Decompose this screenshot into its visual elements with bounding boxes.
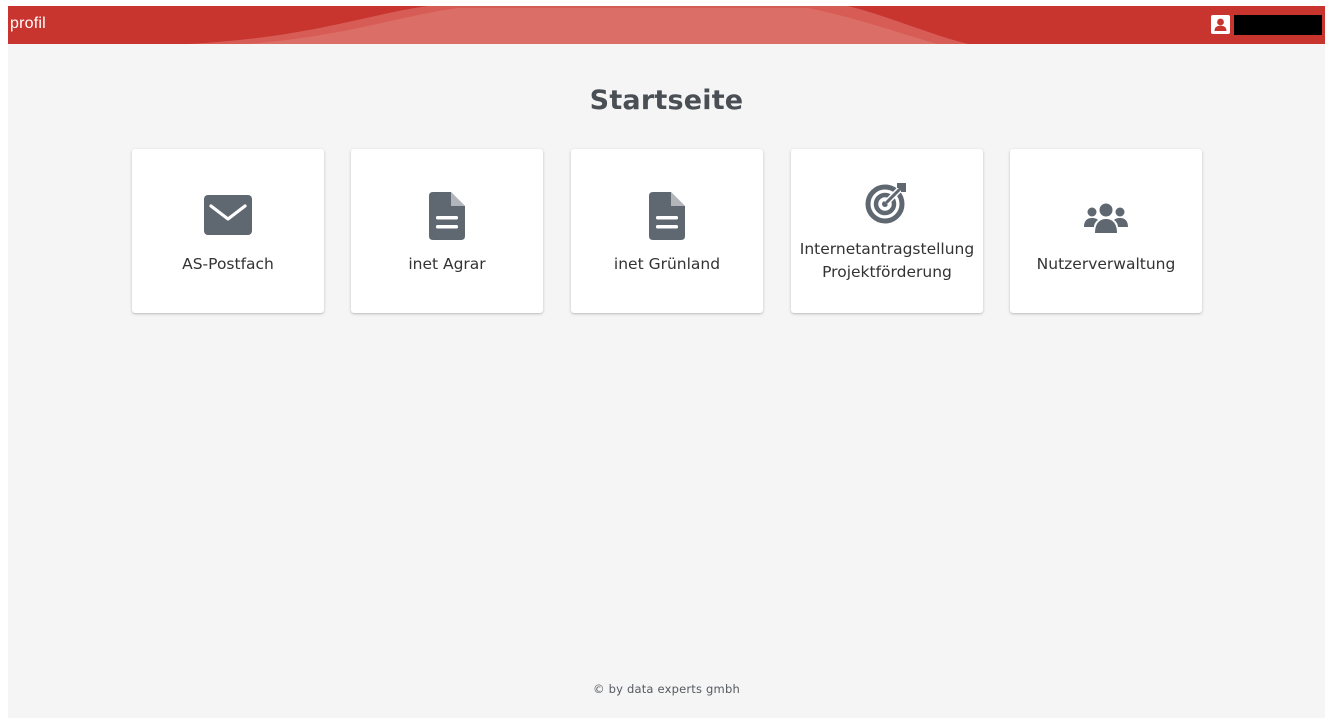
footer-copyright: © by data experts gmbh: [593, 682, 740, 696]
tile-inet-agrar[interactable]: inet Agrar: [351, 149, 543, 313]
document-icon: [649, 192, 685, 240]
app-window: profil Startseite AS-Postfach inet Agrar…: [8, 6, 1325, 718]
top-bar: profil: [8, 6, 1325, 44]
envelope-icon: [204, 195, 252, 235]
page-title: Startseite: [589, 85, 744, 116]
users-icon: [1084, 203, 1128, 233]
document-icon: [429, 192, 465, 240]
tile-as-postfach[interactable]: AS-Postfach: [132, 149, 324, 313]
tile-inet-gruenland[interactable]: inet Grünland: [571, 149, 763, 313]
tile-label-line2: Projektförderung: [822, 263, 952, 281]
tile-label: Nutzerverwaltung: [1036, 255, 1176, 273]
tile-label: inet Agrar: [408, 255, 486, 273]
tile-nutzerverwaltung[interactable]: Nutzerverwaltung: [1010, 149, 1202, 313]
tile-label: inet Grünland: [613, 255, 721, 273]
app-title[interactable]: profil: [10, 15, 46, 33]
tile-internetantragstellung-projektfoerderung[interactable]: Internetantragstellung Projektförderung: [791, 149, 983, 313]
header-wave-decoration: [188, 6, 968, 44]
user-name-redacted[interactable]: [1234, 15, 1322, 35]
target-icon: [865, 183, 906, 224]
tile-label-line1: Internetantragstellung: [799, 240, 975, 258]
tile-label: AS-Postfach: [182, 255, 274, 273]
tile-label: Internetantragstellung Projektförderung: [791, 238, 983, 284]
user-account-icon[interactable]: [1211, 15, 1230, 34]
